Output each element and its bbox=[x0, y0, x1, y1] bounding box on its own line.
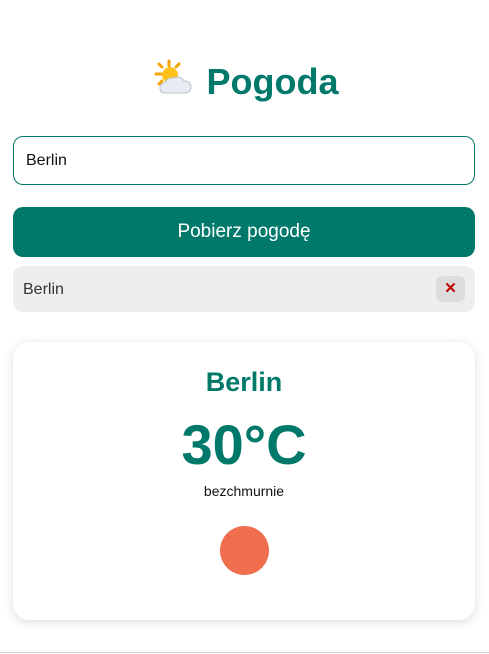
app-title: Pogoda bbox=[206, 61, 339, 102]
history-city-label: Berlin bbox=[23, 281, 64, 298]
weather-description: bezchmurnie bbox=[203, 483, 285, 499]
get-weather-button[interactable]: Pobierz pogodę bbox=[13, 207, 475, 257]
page-title: Pogoda bbox=[0, 58, 489, 103]
weather-card: Berlin 30°C bezchmurnie bbox=[13, 342, 475, 620]
weather-temperature: 30°C bbox=[181, 413, 307, 476]
close-icon: ✕ bbox=[444, 280, 457, 297]
sun-icon bbox=[220, 526, 269, 575]
sun-behind-cloud-icon bbox=[154, 59, 192, 94]
city-search-input[interactable] bbox=[13, 136, 475, 185]
weather-app: Pogoda Pobierz pogodę Berlin ✕ Berlin 30… bbox=[0, 0, 489, 654]
weather-city: Berlin bbox=[205, 367, 283, 397]
divider bbox=[0, 652, 489, 653]
remove-history-button[interactable]: ✕ bbox=[436, 276, 465, 302]
history-item[interactable]: Berlin ✕ bbox=[13, 266, 475, 312]
